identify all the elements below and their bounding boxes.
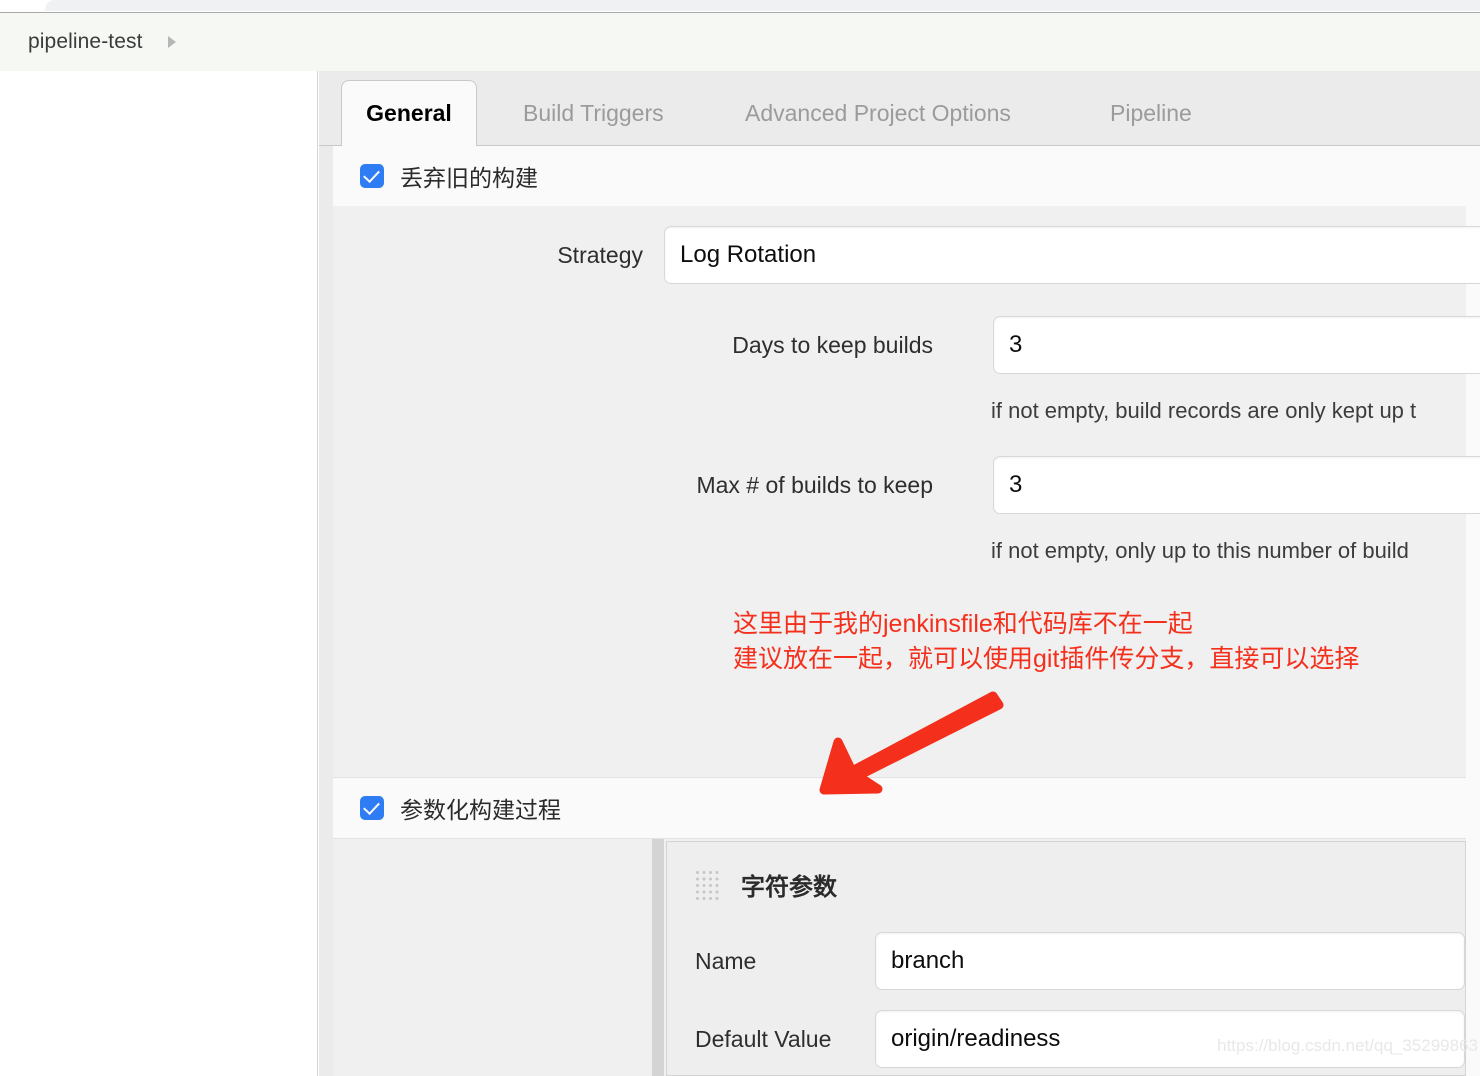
- string-parameter-title: 字符参数: [741, 874, 837, 901]
- annotation-line-1: 这里由于我的jenkinsfile和代码库不在一起: [733, 610, 1193, 638]
- tab-advanced-project-options[interactable]: Advanced Project Options: [719, 80, 1037, 146]
- parameter-default-value-label: Default Value: [695, 1025, 832, 1052]
- config-main-pane: General Build Triggers Advanced Project …: [319, 71, 1480, 1076]
- general-tab-panel: 丢弃旧的构建 Strategy Log Rotation Days to kee…: [319, 146, 1480, 1076]
- tab-general-label: General: [366, 100, 452, 126]
- top-panel-edge: [45, 0, 1480, 11]
- annotation-line-2: 建议放在一起，就可以使用git插件传分支，直接可以选择: [733, 645, 1360, 673]
- breadcrumb: pipeline-test: [0, 12, 1480, 71]
- days-to-keep-builds-input[interactable]: 3: [993, 316, 1480, 374]
- parameter-list-divider: [652, 839, 664, 1076]
- string-parameter-header[interactable]: 字符参数: [695, 867, 837, 902]
- tab-build-triggers[interactable]: Build Triggers: [497, 80, 690, 146]
- discard-old-builds-form: Strategy Log Rotation Days to keep build…: [333, 206, 1480, 777]
- strategy-label: Strategy: [557, 241, 643, 268]
- discard-old-builds-checkbox[interactable]: [360, 164, 384, 188]
- left-sidebar-pane: [0, 71, 318, 1076]
- max-builds-to-keep-label: Max # of builds to keep: [696, 471, 933, 498]
- watermark-text: https://blog.csdn.net/qq_35299863: [1217, 1036, 1478, 1055]
- tab-advanced-project-options-label: Advanced Project Options: [745, 99, 1011, 126]
- discard-old-builds-label: 丢弃旧的构建: [400, 165, 538, 191]
- config-tab-bar: General Build Triggers Advanced Project …: [319, 71, 1480, 146]
- discard-old-builds-row[interactable]: 丢弃旧的构建: [333, 146, 1466, 206]
- chevron-right-icon[interactable]: [167, 36, 176, 48]
- breadcrumb-item-pipeline-test[interactable]: pipeline-test: [28, 30, 143, 54]
- tab-pipeline-label: Pipeline: [1110, 99, 1192, 126]
- tab-general[interactable]: General: [341, 80, 477, 146]
- tab-build-triggers-label: Build Triggers: [523, 99, 664, 126]
- parameterized-build-row[interactable]: 参数化构建过程: [333, 777, 1466, 839]
- days-to-keep-builds-label: Days to keep builds: [732, 331, 933, 358]
- jenkins-job-config-screen: pipeline-test General Build Triggers Adv…: [0, 0, 1480, 1076]
- parameterized-build-label: 参数化构建过程: [400, 797, 561, 823]
- days-to-keep-builds-help: if not empty, build records are only kep…: [991, 398, 1417, 423]
- strategy-select[interactable]: Log Rotation: [664, 226, 1480, 284]
- parameter-name-label: Name: [695, 947, 757, 974]
- tab-pipeline[interactable]: Pipeline: [1084, 80, 1218, 146]
- parameter-name-input[interactable]: branch: [875, 932, 1465, 990]
- max-builds-to-keep-input[interactable]: 3: [993, 456, 1480, 514]
- max-builds-to-keep-help: if not empty, only up to this number of …: [991, 538, 1409, 563]
- parameterized-build-checkbox[interactable]: [360, 796, 384, 820]
- drag-handle-icon[interactable]: [695, 869, 721, 900]
